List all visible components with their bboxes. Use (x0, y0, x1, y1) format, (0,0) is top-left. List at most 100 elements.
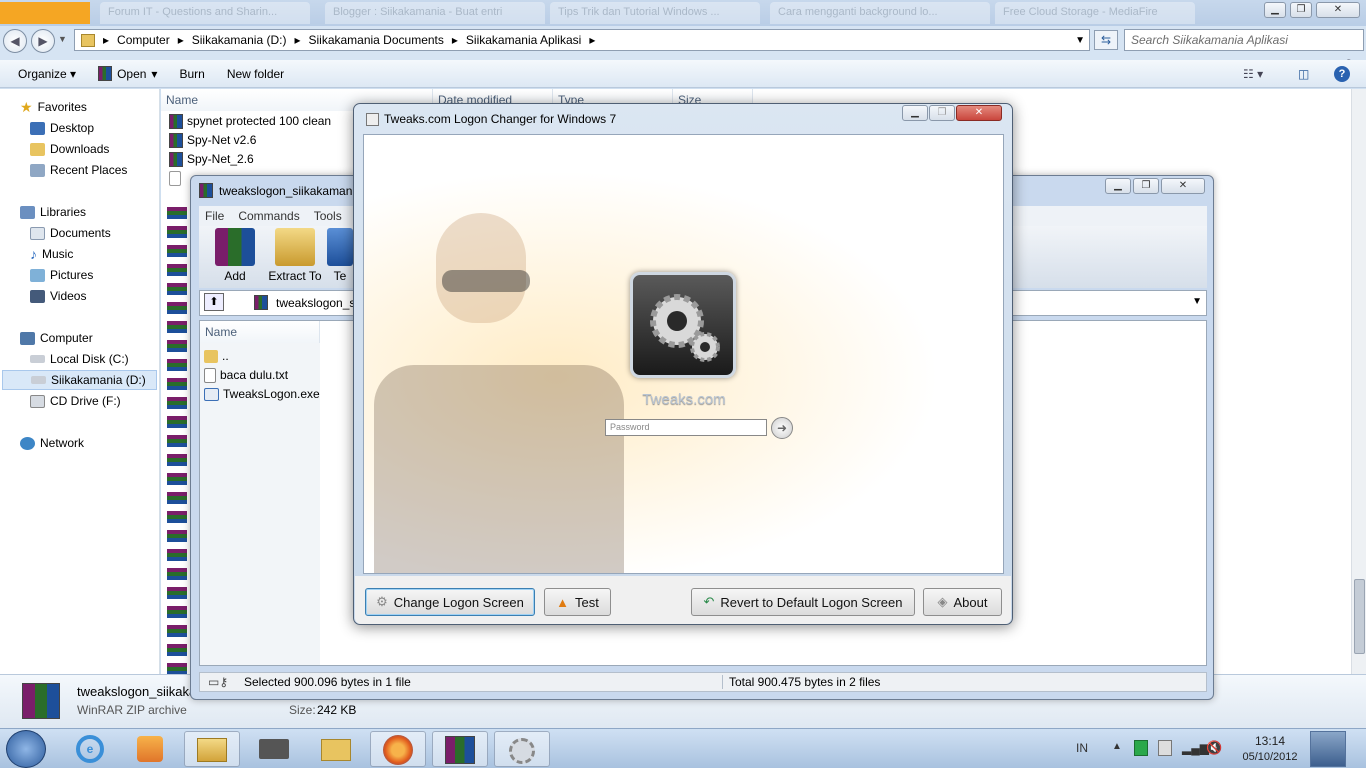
search-input[interactable]: Search Siikakamania Aplikasi (1124, 29, 1364, 51)
refresh-icon[interactable]: ⇆ (1094, 30, 1118, 50)
taskbar-media-player-icon[interactable] (122, 731, 178, 767)
nav-label: Music (42, 247, 74, 261)
maximize-icon[interactable]: ❐ (1133, 178, 1159, 194)
browser-tab[interactable]: Tips Trik dan Tutorial Windows ... (550, 2, 760, 24)
nav-pictures[interactable]: Pictures (30, 265, 93, 285)
maximize-icon[interactable]: ❐ (1290, 2, 1312, 18)
nav-desktop[interactable]: Desktop (30, 118, 94, 138)
logon-preview: Tweaks.com Password ➜ (363, 134, 1004, 574)
button-label: About (953, 594, 988, 610)
taskbar-explorer-icon[interactable] (184, 731, 240, 767)
nav-cd-drive[interactable]: CD Drive (F:) (30, 391, 121, 411)
address-dropdown-icon[interactable]: ▼ (1075, 35, 1085, 46)
browser-tab[interactable]: Cara mengganti background lo... (770, 2, 990, 24)
organize-label: Organize (18, 66, 67, 81)
clock-date[interactable]: 05/10/2012 (1236, 751, 1304, 763)
close-icon[interactable]: ✕ (1161, 178, 1205, 194)
taskbar-ie-icon[interactable]: e (62, 731, 118, 767)
up-folder-icon[interactable]: ⬆ (204, 293, 224, 311)
breadcrumb-item[interactable]: Computer (117, 33, 170, 47)
nav-videos[interactable]: Videos (30, 286, 86, 306)
minimize-icon[interactable]: ▁ (1264, 2, 1286, 18)
taskbar-laptop-icon[interactable] (246, 731, 302, 767)
list-item[interactable]: baca dulu.txt (204, 366, 288, 385)
path-dropdown-icon[interactable]: ▼ (1192, 296, 1202, 307)
taskbar-winrar-icon[interactable] (432, 731, 488, 767)
burn-button[interactable]: Burn (179, 67, 204, 81)
taskbar-firefox-icon[interactable] (370, 731, 426, 767)
show-desktop-thumbnail[interactable] (1310, 731, 1346, 767)
password-field[interactable]: Password (605, 419, 767, 436)
list-item[interactable]: TweaksLogon.exe (204, 385, 320, 404)
undo-icon: ↶ (703, 594, 715, 609)
nav-downloads[interactable]: Downloads (30, 139, 109, 159)
test-button[interactable]: ▲ Test (544, 588, 611, 616)
nav-network[interactable]: Network (20, 433, 84, 453)
test-button[interactable]: Te (325, 228, 355, 283)
nav-favorites[interactable]: ★ Favorites (20, 97, 87, 117)
file-row[interactable] (169, 169, 181, 188)
scrollbar-thumb[interactable] (1354, 579, 1365, 654)
nav-local-disk[interactable]: Local Disk (C:) (30, 349, 129, 369)
close-icon[interactable]: ✕ (956, 105, 1002, 121)
taskbar-folder-icon[interactable] (308, 731, 364, 767)
arrow-right-icon[interactable]: ➜ (771, 417, 793, 439)
nav-siikakamania-drive[interactable]: Siikakamania (D:) (2, 370, 157, 390)
breadcrumb-item[interactable]: Siikakamania (D:) (192, 33, 287, 47)
clock-time[interactable]: 13:14 (1240, 734, 1300, 748)
file-row[interactable]: Spy-Net_2.6 (169, 150, 254, 169)
file-row[interactable]: spynet protected 100 clean (169, 112, 331, 131)
forward-icon[interactable]: ▶ (31, 29, 55, 53)
add-button[interactable]: Add (205, 228, 265, 283)
change-logon-screen-button[interactable]: ⚙ Change Logon Screen (365, 588, 535, 616)
nav-libraries[interactable]: Libraries (20, 202, 86, 222)
signal-bars-icon[interactable]: ▂▄▆ (1182, 741, 1209, 755)
tray-app-icon[interactable] (1134, 740, 1148, 756)
start-button-icon[interactable] (6, 730, 46, 768)
nav-label: Videos (50, 289, 87, 303)
tray-device-icon[interactable] (1158, 740, 1172, 756)
winrar-title: tweakslogon_siikakamani (219, 184, 356, 198)
browser-tab[interactable]: Blogger : Siikakamania - Buat entri (325, 2, 545, 24)
language-indicator[interactable]: IN (1076, 741, 1088, 755)
menu-file[interactable]: File (205, 209, 224, 223)
breadcrumb-item[interactable]: Siikakamania Documents (308, 33, 443, 47)
browser-tab[interactable]: Forum IT - Questions and Sharin... (100, 2, 310, 24)
revert-default-button[interactable]: ↶ Revert to Default Logon Screen (691, 588, 915, 616)
address-bar[interactable]: ▸ Computer ▸ Siikakamania (D:) ▸ Siikaka… (74, 29, 1090, 51)
file-row[interactable]: Spy-Net v2.6 (169, 131, 256, 150)
column-header-name[interactable]: Name (200, 321, 320, 343)
sunglasses (442, 270, 530, 292)
nav-label: Local Disk (C:) (50, 352, 129, 366)
minimize-icon[interactable]: ▁ (1105, 178, 1131, 194)
breadcrumb-item[interactable]: Siikakamania Aplikasi (466, 33, 581, 47)
nav-computer[interactable]: Computer (20, 328, 93, 348)
show-hidden-icons-icon[interactable]: ▲ (1112, 741, 1122, 752)
menu-commands[interactable]: Commands (238, 209, 299, 223)
taskbar: e IN ▲ ▂▄▆ 🔇 13:14 05/10/2012 (0, 728, 1366, 768)
view-options-icon[interactable]: ☷ ▾ (1243, 67, 1263, 81)
recent-pages-chevron-icon[interactable]: ▼ (58, 34, 67, 44)
nav-recent-places[interactable]: Recent Places (30, 160, 127, 180)
nav-music[interactable]: ♪ Music (30, 244, 73, 264)
nav-documents[interactable]: Documents (30, 223, 111, 243)
brand-name: Tweaks.com (642, 391, 726, 408)
new-folder-button[interactable]: New folder (227, 67, 284, 81)
taskbar-tweaks-icon[interactable] (494, 731, 550, 767)
menu-tools[interactable]: Tools (314, 209, 342, 223)
list-item[interactable]: .. (204, 347, 229, 366)
back-icon[interactable]: ◀ (3, 29, 27, 53)
vertical-scrollbar[interactable] (1351, 89, 1366, 674)
firefox-menu-button[interactable] (0, 2, 90, 24)
about-button[interactable]: ◈ About (923, 588, 1002, 616)
preview-pane-icon[interactable]: ◫ (1298, 67, 1309, 81)
details-size-value: 242 KB (317, 703, 357, 717)
help-icon[interactable]: ? (1334, 65, 1350, 82)
volume-muted-icon[interactable]: 🔇 (1206, 740, 1222, 756)
minimize-icon[interactable]: ▁ (902, 105, 928, 121)
extract-to-button[interactable]: Extract To (265, 228, 325, 283)
browser-tab[interactable]: Free Cloud Storage - MediaFire (995, 2, 1195, 24)
organize-button[interactable]: Organize ▾ (18, 67, 76, 81)
close-icon[interactable]: ✕ (1316, 2, 1360, 18)
open-button[interactable]: Open ▾ (98, 66, 157, 81)
